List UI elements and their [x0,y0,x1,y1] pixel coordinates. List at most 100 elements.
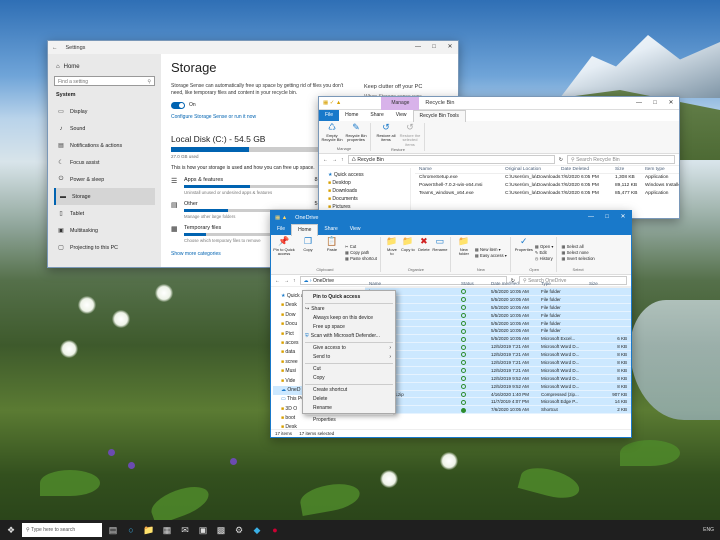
close-icon[interactable]: ✕ [442,41,458,54]
context-menu-item-cut[interactable]: Cut [303,365,395,374]
new-item-button[interactable]: ▦ New item ▾ [475,247,507,252]
up-arrow-icon[interactable]: ↑ [293,278,296,284]
tab-home[interactable]: Home [291,223,319,236]
context-menu-item-give-access-to[interactable]: Give access to › [303,344,395,353]
up-arrow-icon[interactable]: ↑ [341,157,344,163]
tab-recycle-bin-tools[interactable]: Recycle Bin Tools [412,109,466,122]
maximize-icon[interactable]: □ [647,97,663,110]
column-header-item-type[interactable]: Item type [645,166,679,174]
recycle-titlebar[interactable]: ▦ ✓ ▲ Manage Recycle Bin — □ ✕ [319,97,679,110]
back-arrow-icon[interactable]: ← [323,157,328,163]
settings-search-input[interactable]: Find a setting ⚲ [54,76,155,86]
minimize-icon[interactable]: — [583,211,599,224]
quick-access-toolbar-icon[interactable]: ▦ ▲ [275,215,287,221]
quick-access-toolbar-icon[interactable]: ▦ ✓ ▲ [323,100,341,106]
context-menu-item-scan-with-microsoft-defender[interactable]: ⛨ Scan with Microsoft Defender... [303,332,395,341]
refresh-icon[interactable]: ↻ [559,157,563,163]
nav-item-quick-access[interactable]: ★ Quick access [322,171,407,179]
start-button[interactable]: ❖ [4,523,18,537]
minimize-icon[interactable]: — [631,97,647,110]
easy-access-button[interactable]: ▦ Easy access ▾ [475,253,507,258]
paste-button[interactable]: 📋 Paste [321,236,343,267]
recycle-search-input[interactable]: ⚲ Search Recycle Bin [567,155,675,164]
nav-item-downloads[interactable]: ■ Downloads [322,187,407,195]
column-header-size[interactable]: Size [589,279,631,288]
move-to-button[interactable]: 📁 Move to [385,236,399,267]
close-icon[interactable]: ✕ [615,211,631,224]
new-folder-button[interactable]: 📁 New folder [455,236,473,267]
context-menu-item-properties[interactable]: Properties [303,416,395,425]
table-row[interactable]: tures5/5/2020 10:05 AMFile folder [365,311,631,320]
context-menu-item-free-up-space[interactable]: Free up space [303,323,395,332]
sidebar-item-focus-assist[interactable]: ☾ Focus assist [54,154,155,171]
back-arrow-icon[interactable]: ← [275,278,280,284]
taskbar-app-button[interactable]: ● [268,523,282,537]
properties-button[interactable]: ✓ Properties [515,236,533,267]
table-row[interactable]: ent 4.docx12/5/2019 7:21 AMMicrosoft Wor… [365,359,631,367]
taskbar-search-input[interactable]: ⚲ Type here to search [22,523,102,537]
tab-home[interactable]: Home [339,110,364,121]
sidebar-item-power-sleep[interactable]: ⏻ Power & sleep [54,171,155,188]
column-header-status[interactable]: Status [461,279,491,288]
table-row[interactable]: ktop5/5/2020 10:05 AMFile folder [365,288,631,296]
storage-category[interactable]: ☰ Apps & features8.66 G Uninstall unused o… [171,177,331,195]
sidebar-item-projecting-to-this-pc[interactable]: ▢ Projecting to this PC [54,239,155,256]
maximize-icon[interactable]: □ [426,41,442,54]
restore-selected-button[interactable]: ↺ Restore the selected items [399,122,421,147]
invert-selection-button[interactable]: ▦ Invert selection [561,256,594,261]
tab-share[interactable]: Share [364,110,389,121]
recycle-bin-window[interactable]: ▦ ✓ ▲ Manage Recycle Bin — □ ✕ File Home S… [318,96,680,219]
tab-file[interactable]: File [319,110,340,121]
table-row[interactable]: nt Documents.zip4/16/2020 1:40 PMCompres… [365,390,631,399]
table-row[interactable]: ent Vault7/6/2020 10:05 AMShortcut2 KB [365,406,631,415]
tab-share[interactable]: Share [318,224,343,235]
history-button[interactable]: ◷ History [535,256,554,261]
table-row[interactable]: ent.docx12/5/2019 9:52 AMMicrosoft Word … [365,374,631,383]
forward-arrow-icon[interactable]: → [284,278,289,284]
settings-home-link[interactable]: ⌂ Home [56,64,155,70]
context-menu-item-send-to[interactable]: Send to › [303,353,395,362]
recycle-bin-properties-button[interactable]: ✎ Recycle Bin properties [345,122,367,146]
taskbar-store-button[interactable]: ▦ [160,523,174,537]
taskbar-settings-button[interactable]: ⚙ [232,523,246,537]
copy-to-button[interactable]: 📁 Copy to [401,236,415,267]
sidebar-item-storage[interactable]: ▬ Storage [54,188,155,205]
close-icon[interactable]: ✕ [663,97,679,110]
table-row[interactable]: ChromeSetup.exe C:\Users\m_la\Downloads 7/… [415,174,679,182]
tab-view[interactable]: View [344,224,367,235]
table-row[interactable]: ent 2.docx12/5/2019 7:21 AMMicrosoft Wor… [365,343,631,352]
copy-button[interactable]: ❐ Copy [297,236,319,267]
recycle-address-input[interactable]: ♺ Recycle Bin [347,155,555,164]
select-all-button[interactable]: ▦ Select all [561,244,594,249]
table-row[interactable]: ent.docx12/5/2019 9:52 AMMicrosoft Word … [365,382,631,391]
back-arrow-icon[interactable]: ← [52,45,58,51]
pin-quick-access-button[interactable]: 📌 Pin to Quick access [273,236,295,267]
minimize-icon[interactable]: — [410,41,426,54]
column-header-date-modified[interactable]: Date modified [491,279,541,288]
taskbar-photos-button[interactable]: ▣ [196,523,210,537]
nav-item-documents[interactable]: ■ Documents [322,195,407,203]
open-button[interactable]: ▦ Open ▾ [535,244,554,249]
table-row[interactable]: Teams_windows_x64.exe C:\Users\m_la\Downl… [415,190,679,198]
context-menu-item-rename[interactable]: Rename [303,404,395,413]
sidebar-item-display[interactable]: ▭ Display [54,103,155,120]
taskbar-edge-button[interactable]: ○ [124,523,138,537]
onedrive-titlebar[interactable]: ▦ ▲ OneDrive — □ ✕ [271,211,631,224]
table-row[interactable]: 5/5/2020 10:05 AM File folder [365,327,631,336]
context-menu-item-pin-to-quick-access[interactable]: Pin to Quick access [303,293,395,302]
taskbar-app-button[interactable]: ◆ [250,523,264,537]
context-menu-item-copy[interactable]: Copy [303,374,395,383]
context-menu-item-always-keep-on-this-device[interactable]: Always keep on this device [303,314,395,323]
manage-context-tab[interactable]: Manage [381,97,420,110]
table-row[interactable]: ent 1.docx5/5/2020 10:05 AMMicrosoft Exc… [365,335,631,344]
toggle-switch[interactable] [171,101,185,109]
restore-all-button[interactable]: ↺ Restore all items [375,122,397,147]
copy-path-button[interactable]: ▦ Copy path [345,250,377,255]
column-header-name[interactable]: Name [419,166,505,174]
sidebar-item-multitasking[interactable]: ▣ Multitasking [54,222,155,239]
empty-recycle-bin-button[interactable]: ♺ Empty Recycle Bin [321,122,343,146]
taskbar-mail-button[interactable]: ✉ [178,523,192,537]
column-header-date-deleted[interactable]: Date Deleted [561,166,615,174]
sidebar-item-notifications-actions[interactable]: ▤ Notifications & actions [54,137,155,154]
rename-button[interactable]: ▭ Rename [432,236,447,267]
